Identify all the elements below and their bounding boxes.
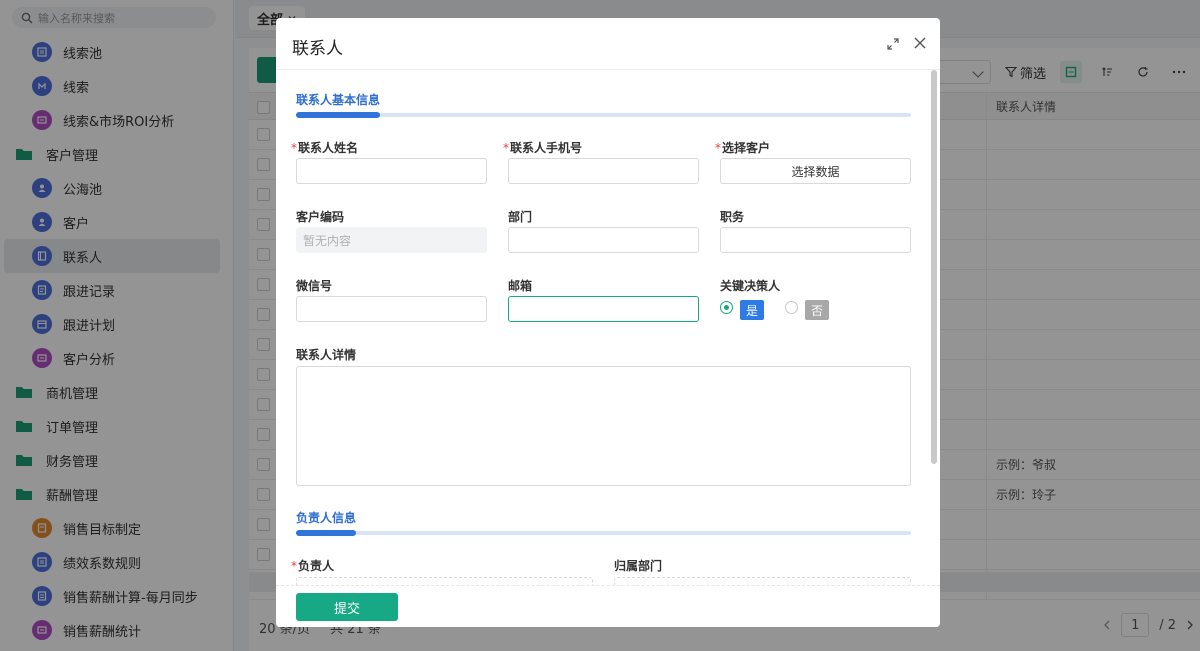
department-label: 部门 (508, 210, 533, 224)
section-title-owner-info: 负责人信息 (296, 511, 357, 525)
section-divider (296, 112, 911, 118)
decision-no-radio[interactable] (785, 301, 798, 314)
contact-name-input[interactable] (296, 158, 487, 184)
position-label: 职务 (720, 210, 745, 224)
dialog-body: 联系人基本信息 *联系人姓名 *联系人手机号 *选择客户 选择数据 客户编码 暂… (276, 71, 940, 585)
owner-department-label: 归属部门 (614, 559, 663, 573)
contact-phone-input[interactable] (508, 158, 699, 184)
dialog-title: 联系人 (292, 39, 343, 59)
wechat-label: 微信号 (296, 279, 333, 293)
expand-icon[interactable] (886, 37, 900, 51)
decision-no-tag[interactable]: 否 (805, 300, 829, 320)
decision-yes-tag[interactable]: 是 (740, 300, 764, 320)
email-input[interactable] (508, 296, 699, 322)
section-title-basic-info: 联系人基本信息 (296, 93, 381, 107)
wechat-input[interactable] (296, 296, 487, 322)
close-icon[interactable] (913, 36, 927, 50)
contact-phone-label: *联系人手机号 (503, 141, 583, 155)
decision-yes-radio[interactable] (720, 301, 733, 314)
customer-code-label: 客户编码 (296, 210, 345, 224)
customer-select-label: *选择客户 (715, 141, 771, 155)
section-divider (296, 530, 911, 536)
contact-detail-textarea[interactable] (296, 366, 911, 486)
department-input[interactable] (508, 227, 699, 253)
dialog-scrollbar[interactable] (931, 70, 937, 464)
owner-label: *负责人 (291, 559, 335, 573)
decision-maker-label: 关键决策人 (720, 279, 781, 293)
position-input[interactable] (720, 227, 911, 253)
contact-form-dialog: 联系人 联系人基本信息 *联系人姓名 *联系人手机号 *选择客户 选择数据 客户… (276, 18, 940, 627)
owner-select[interactable] (296, 577, 593, 585)
contact-detail-label: 联系人详情 (296, 348, 357, 362)
dialog-header: 联系人 (276, 18, 940, 70)
contact-name-label: *联系人姓名 (291, 141, 359, 155)
customer-code-field: 暂无内容 (296, 227, 487, 253)
submit-button[interactable]: 提交 (296, 593, 398, 621)
email-label: 邮箱 (508, 279, 533, 293)
select-customer-button[interactable]: 选择数据 (720, 158, 911, 184)
owner-department-select[interactable] (614, 577, 911, 585)
dialog-footer: 提交 (276, 585, 940, 627)
